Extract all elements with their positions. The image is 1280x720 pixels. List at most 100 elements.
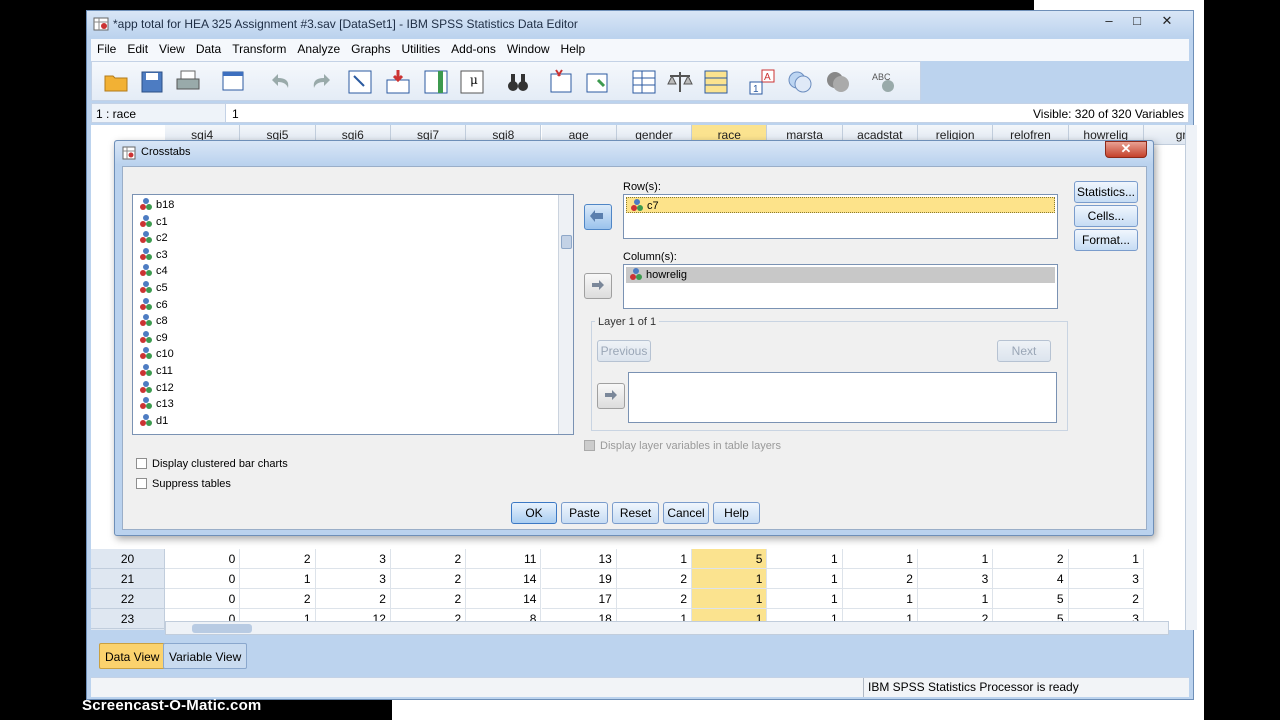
rows-field[interactable]: c7 xyxy=(623,194,1058,239)
variable-list-item[interactable]: c8 xyxy=(139,313,168,329)
grid-cell[interactable]: 3 xyxy=(918,569,994,589)
variable-list-scrollbar[interactable] xyxy=(558,195,573,434)
row-header[interactable]: 22 xyxy=(91,589,165,609)
grid-cell[interactable]: 1 xyxy=(918,589,994,609)
value-labels-icon[interactable]: A1 xyxy=(748,68,776,96)
variable-list-item[interactable]: c13 xyxy=(139,396,174,412)
use-variable-sets-icon[interactable] xyxy=(786,68,814,96)
grid-cell[interactable]: 0 xyxy=(165,569,241,589)
variable-list-item[interactable]: c6 xyxy=(139,297,168,313)
grid-cell[interactable]: 5 xyxy=(692,549,768,569)
menu-analyze[interactable]: Analyze xyxy=(291,39,345,56)
grid-cell[interactable]: 0 xyxy=(165,589,241,609)
scroll-thumb[interactable] xyxy=(561,235,572,249)
display-layer-checkbox[interactable]: Display layer variables in table layers xyxy=(584,440,781,452)
insert-cases-icon[interactable] xyxy=(548,68,576,96)
grid-cell[interactable]: 1 xyxy=(240,569,316,589)
variable-list-item[interactable]: c1 xyxy=(139,214,168,230)
grid-cell[interactable]: 2 xyxy=(315,589,391,609)
grid-cell[interactable]: 2 xyxy=(390,549,467,569)
grid-cell[interactable]: 2 xyxy=(616,569,693,589)
variable-list-item[interactable]: c12 xyxy=(139,380,174,396)
variable-list-item[interactable]: b18 xyxy=(139,197,174,213)
columns-field[interactable]: howrelig xyxy=(623,264,1058,309)
variable-list-item[interactable]: d1 xyxy=(139,413,168,429)
variable-list-item[interactable]: c11 xyxy=(139,363,173,379)
grid-cell[interactable]: 4 xyxy=(993,569,1069,589)
variable-list-item[interactable]: c3 xyxy=(139,247,168,263)
reset-button[interactable]: Reset xyxy=(612,502,659,524)
row-header[interactable]: 23 xyxy=(91,609,165,629)
grid-cell[interactable]: 1 xyxy=(767,589,843,609)
grid-cell[interactable]: 1 xyxy=(842,549,918,569)
find-binoculars-icon[interactable] xyxy=(504,68,532,96)
ok-button[interactable]: OK xyxy=(511,502,557,524)
statistics-button[interactable]: Statistics... xyxy=(1074,181,1138,203)
grid-cell[interactable]: 1 xyxy=(616,549,693,569)
menu-transform[interactable]: Transform xyxy=(226,39,291,56)
grid-cell[interactable]: 1 xyxy=(1068,549,1144,569)
goto-variable-icon[interactable] xyxy=(384,68,412,96)
select-cases-icon[interactable] xyxy=(702,68,730,96)
help-button[interactable]: Help xyxy=(713,502,760,524)
goto-case-icon[interactable] xyxy=(346,68,374,96)
menu-edit[interactable]: Edit xyxy=(121,39,153,56)
variable-list-item[interactable]: c10 xyxy=(139,346,174,362)
dialog-close-button[interactable]: ✕ xyxy=(1105,141,1147,158)
grid-cell[interactable]: 5 xyxy=(993,589,1069,609)
cell-value-input[interactable]: 1 xyxy=(232,107,239,121)
row-header[interactable]: 21 xyxy=(91,569,165,589)
variable-list-item[interactable]: c4 xyxy=(139,263,168,279)
menu-utilities[interactable]: Utilities xyxy=(395,39,445,56)
grid-cell[interactable]: 3 xyxy=(315,549,391,569)
cancel-button[interactable]: Cancel xyxy=(663,502,709,524)
source-variable-list[interactable]: b18 c1 c2 c3 c4 c5 c6 c8 c9 c10 c11 c12 c13 d1 xyxy=(132,194,574,435)
scroll-thumb[interactable] xyxy=(192,624,252,633)
weight-scale-icon[interactable] xyxy=(666,68,694,96)
grid-cell[interactable]: 2 xyxy=(390,569,467,589)
minimize-icon[interactable]: – xyxy=(1095,13,1123,31)
grid-cell[interactable]: 2 xyxy=(842,569,918,589)
variable-list-item[interactable]: c2 xyxy=(139,230,168,246)
grid-cell[interactable]: 3 xyxy=(315,569,391,589)
grid-cell[interactable]: 3 xyxy=(1068,569,1144,589)
show-all-variables-icon[interactable] xyxy=(824,68,852,96)
display-clustered-checkbox[interactable]: Display clustered bar charts xyxy=(136,458,288,470)
move-to-rows-button[interactable] xyxy=(584,204,612,230)
redo-icon[interactable] xyxy=(306,68,334,96)
grid-cell[interactable]: 1 xyxy=(767,569,843,589)
grid-cell[interactable]: 2 xyxy=(1068,589,1144,609)
menu-addons[interactable]: Add-ons xyxy=(445,39,501,56)
grid-cell[interactable]: 11 xyxy=(466,549,542,569)
tab-variable-view[interactable]: Variable View xyxy=(163,643,248,669)
open-folder-icon[interactable] xyxy=(102,68,130,96)
grid-cell[interactable]: 1 xyxy=(918,549,994,569)
insert-variable-icon[interactable] xyxy=(584,68,612,96)
undo-icon[interactable] xyxy=(268,68,296,96)
menu-help[interactable]: Help xyxy=(555,39,591,56)
cells-button[interactable]: Cells... xyxy=(1074,205,1138,227)
move-to-columns-button[interactable] xyxy=(584,273,612,299)
grid-cell[interactable]: 2 xyxy=(240,549,316,569)
format-button[interactable]: Format... xyxy=(1074,229,1138,251)
grid-cell[interactable]: 2 xyxy=(240,589,316,609)
grid-cell[interactable]: 1 xyxy=(692,589,768,609)
menu-data[interactable]: Data xyxy=(190,39,226,56)
grid-cell[interactable]: 2 xyxy=(616,589,693,609)
grid-cell[interactable]: 2 xyxy=(390,589,467,609)
layer-field[interactable] xyxy=(628,372,1057,423)
spell-check-icon[interactable]: ABC xyxy=(870,68,898,96)
maximize-icon[interactable]: □ xyxy=(1123,13,1151,31)
variables-icon[interactable] xyxy=(422,68,450,96)
variable-list-item[interactable]: c5 xyxy=(139,280,168,296)
menu-view[interactable]: View xyxy=(153,39,190,56)
save-icon[interactable] xyxy=(138,68,166,96)
grid-cell[interactable]: 19 xyxy=(541,569,617,589)
columns-item[interactable]: howrelig xyxy=(626,267,1055,283)
grid-cell[interactable]: 14 xyxy=(466,589,542,609)
grid-cell[interactable]: 1 xyxy=(842,589,918,609)
suppress-tables-checkbox[interactable]: Suppress tables xyxy=(136,478,231,490)
row-header[interactable]: 24 xyxy=(91,629,165,630)
next-button[interactable]: Next xyxy=(997,340,1051,362)
menu-file[interactable]: File xyxy=(91,39,121,56)
